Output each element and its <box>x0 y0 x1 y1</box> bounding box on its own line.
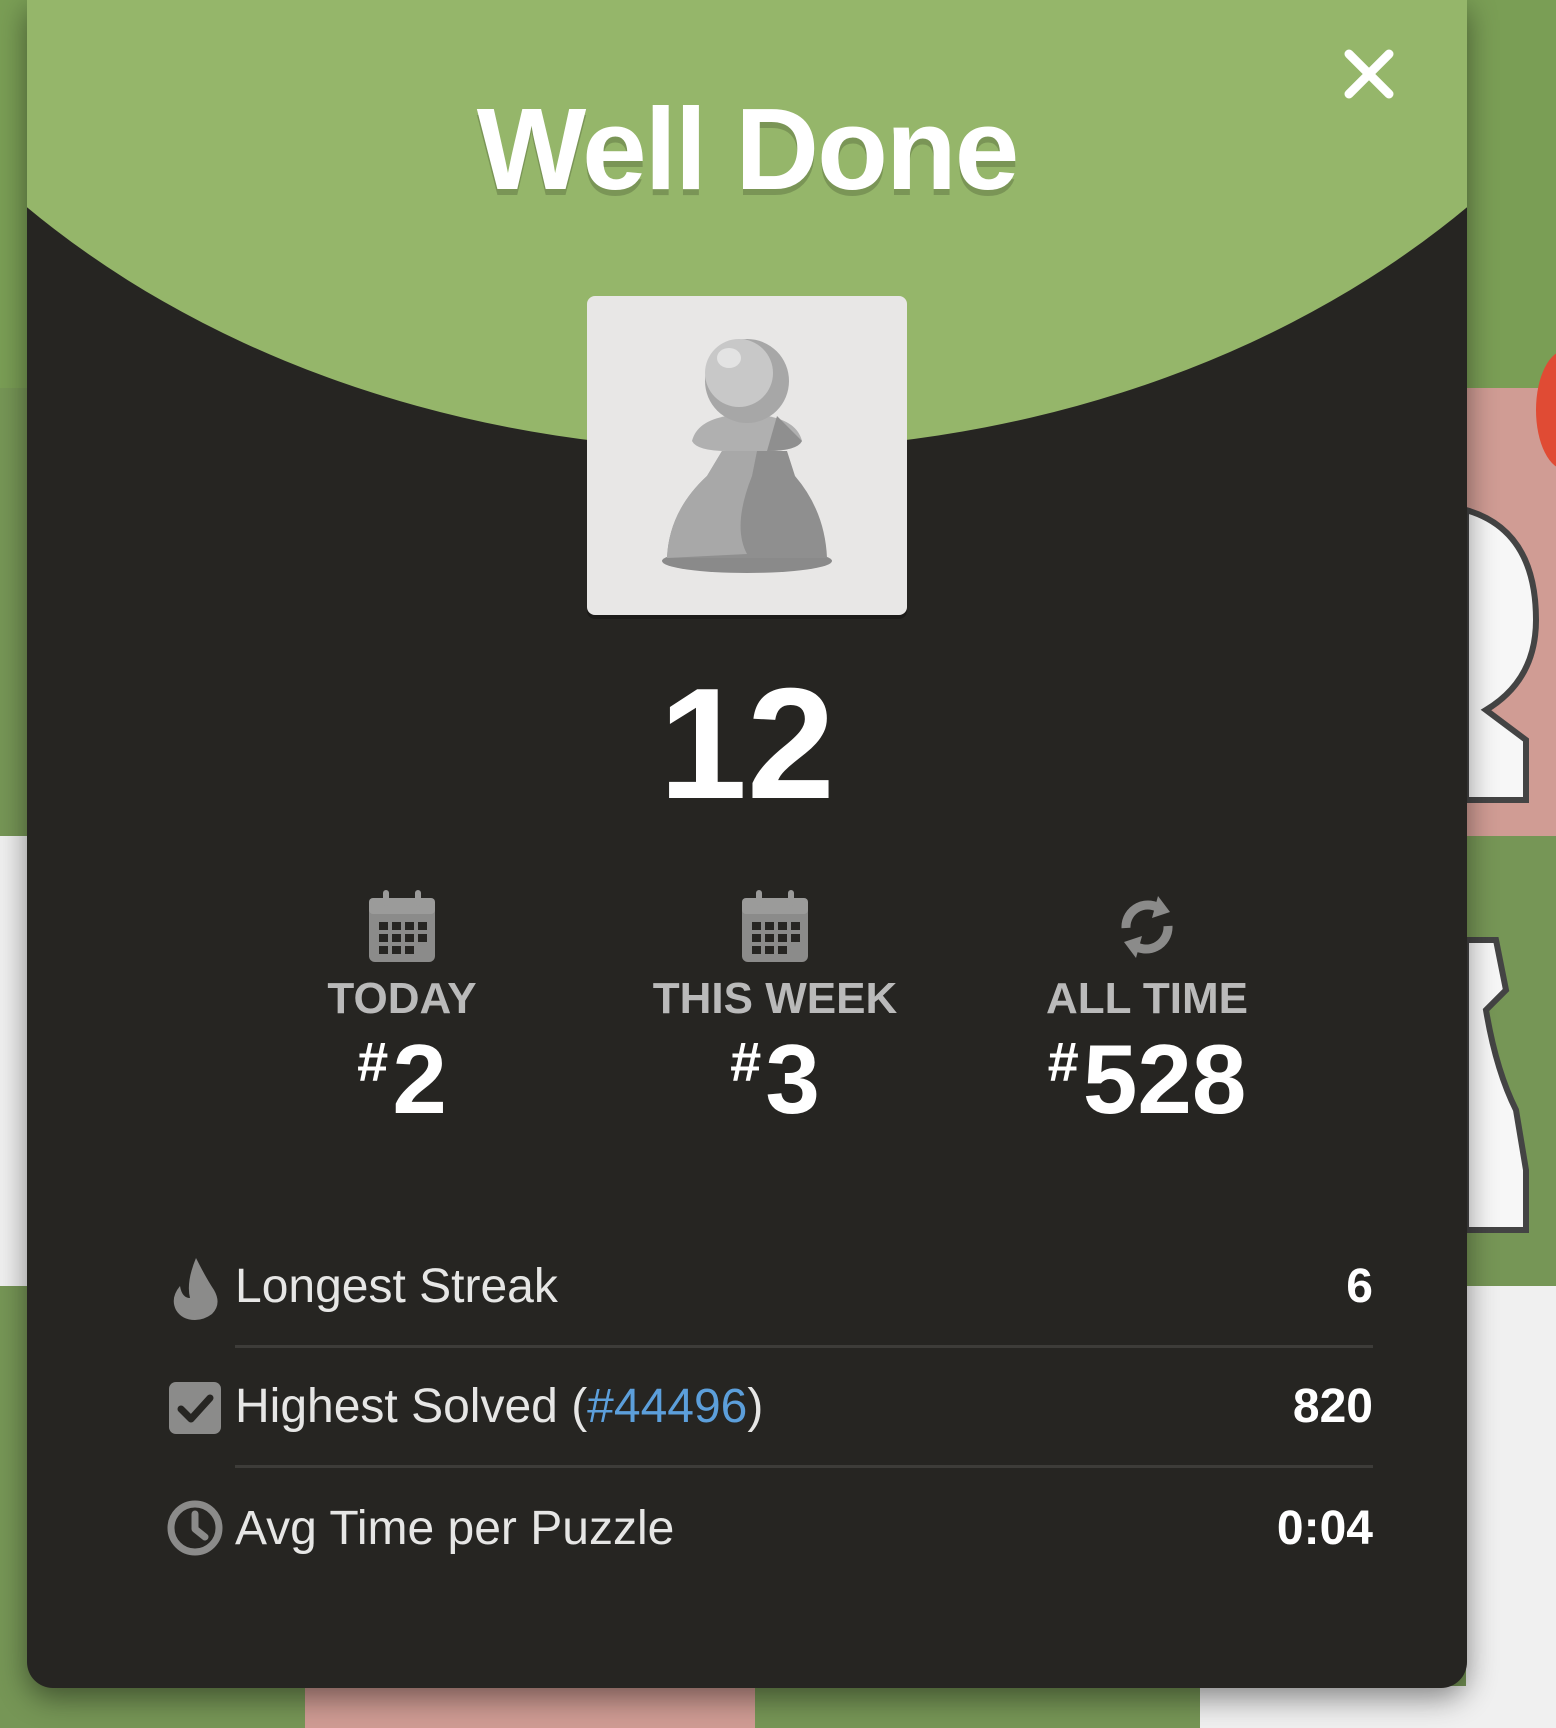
rank-value: #2 <box>357 1024 447 1134</box>
checkbox-icon <box>169 1382 221 1434</box>
stats-list: Longest Streak 6 Highest Solved (#44496)… <box>155 1228 1373 1588</box>
rank-value: #528 <box>1047 1024 1247 1134</box>
stat-value: 0:04 <box>1276 1501 1373 1555</box>
well-done-modal: Well Done 12 TODAY #2 THIS WEEK #3 ALL T… <box>27 0 1467 1688</box>
board-square <box>755 1686 1200 1728</box>
board-square <box>305 1686 755 1728</box>
flame-icon <box>173 1258 218 1320</box>
board-square <box>1200 1686 1556 1728</box>
stat-label: Avg Time per Puzzle <box>235 1501 675 1555</box>
stat-longest-streak: Longest Streak 6 <box>155 1228 1373 1348</box>
modal-title: Well Done <box>476 84 1020 214</box>
board-square <box>0 1686 305 1728</box>
rank-today: TODAY #2 <box>222 888 582 1128</box>
rank-value: #3 <box>730 1024 820 1134</box>
pawn-icon <box>662 339 832 573</box>
calendar-icon <box>742 890 808 962</box>
close-icon <box>1344 49 1394 99</box>
clock-icon <box>167 1500 223 1556</box>
board-square <box>0 836 30 1286</box>
rank-this-week: THIS WEEK #3 <box>595 888 955 1128</box>
rank-all-time: ALL TIME #528 <box>967 888 1327 1128</box>
stat-label: Longest Streak <box>235 1260 558 1313</box>
refresh-icon <box>1121 896 1173 958</box>
rank-label: ALL TIME <box>1045 974 1249 1023</box>
stat-avg-time: Avg Time per Puzzle 0:04 <box>155 1468 1373 1588</box>
calendar-icon <box>369 890 435 962</box>
stat-highest-solved: Highest Solved (#44496) 820 <box>155 1348 1373 1468</box>
puzzle-link[interactable]: #44496 <box>587 1380 747 1433</box>
stat-label: Highest Solved (#44496) <box>235 1380 764 1433</box>
board-square <box>0 388 30 836</box>
piece-card <box>587 296 907 615</box>
rank-label: THIS WEEK <box>652 974 898 1023</box>
close-button[interactable] <box>1339 44 1399 104</box>
stat-value: 6 <box>1346 1260 1373 1313</box>
board-square <box>1466 1286 1556 1728</box>
rank-label: TODAY <box>327 974 477 1023</box>
puzzle-score: 12 <box>659 656 835 832</box>
stat-value: 820 <box>1292 1380 1373 1433</box>
board-square <box>0 1286 30 1728</box>
board-pawn-icon <box>1466 506 1540 1233</box>
